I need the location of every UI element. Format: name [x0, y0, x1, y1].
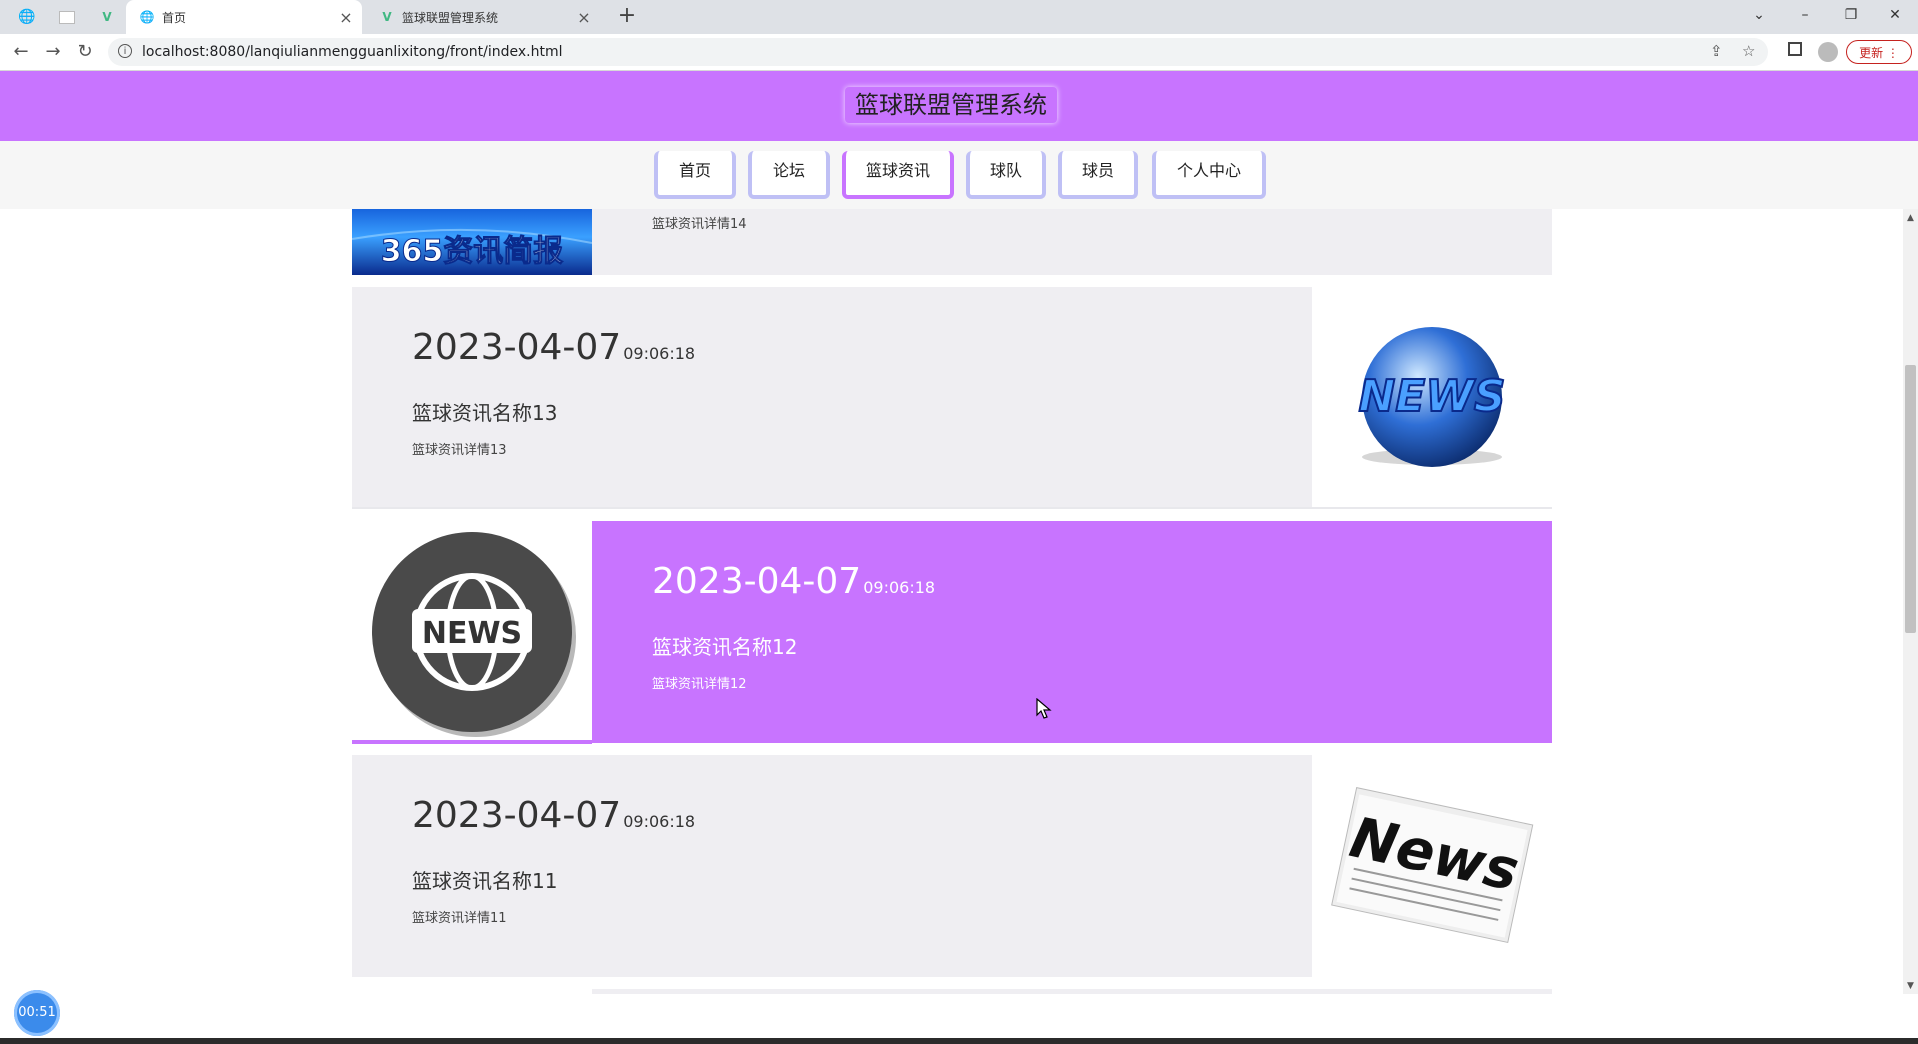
globe-icon: 🌐 [139, 10, 155, 24]
news-title: 篮球资讯名称13 [412, 401, 558, 425]
news-card[interactable]: 2023-04-07 09:06:18 篮球资讯名称11 篮球资讯详情11 New… [352, 755, 1552, 977]
news-text: 2023-04-07 09:06:18 篮球资讯名称11 篮球资讯详情11 [352, 755, 1312, 977]
globe-icon: 🌐 [18, 9, 36, 25]
news-date-value: 2023-04-07 [412, 327, 622, 368]
scroll-up-arrow-icon[interactable]: ▲ [1905, 212, 1916, 224]
nav-personal-center[interactable]: 个人中心 [1152, 151, 1266, 199]
news-list: 365资讯简报 篮球资讯详情14 2023-04-07 09:06:18 篮球资讯… [0, 209, 1918, 994]
browser-tab[interactable]: V 篮球联盟管理系统 × [366, 0, 600, 34]
close-tab-icon[interactable]: × [336, 8, 356, 27]
browser-tab-bar: 🌐 V 🌐 首页 × V 篮球联盟管理系统 × + ⌄ – ❐ ✕ [0, 0, 1918, 34]
address-bar[interactable]: i localhost:8080/lanqiulianmengguanlixit… [108, 38, 1768, 66]
browser-toolbar: ← → ↻ i localhost:8080/lanqiulianmenggua… [0, 34, 1918, 71]
news-title: 篮球资讯名称11 [412, 869, 558, 893]
tab-search-icon[interactable]: ⌄ [1736, 0, 1782, 30]
news-card[interactable]: 2023-04-07 09:06:18 篮球资讯名称13 篮球资讯详情13 NEW… [352, 287, 1552, 507]
back-icon[interactable]: ← [8, 40, 34, 64]
update-button[interactable]: 更新 ⋮ [1846, 40, 1912, 64]
share-icon[interactable]: ⇪ [1710, 42, 1723, 60]
news-text: 篮球资讯详情14 [592, 209, 1552, 275]
nav-teams[interactable]: 球队 [966, 151, 1046, 199]
vue-icon: V [382, 10, 392, 24]
browser-tab[interactable]: 🌐 [8, 0, 46, 34]
tab-title: 首页 [162, 10, 187, 25]
forward-icon[interactable]: → [40, 40, 66, 64]
recording-timer[interactable]: 00:51 [14, 990, 60, 1036]
news-time: 09:06:18 [863, 578, 936, 597]
newspaper-icon: News [1331, 787, 1534, 944]
minimize-icon[interactable]: – [1782, 0, 1828, 30]
main-nav [0, 141, 1918, 209]
nav-basketball-news[interactable]: 篮球资讯 [842, 151, 954, 199]
news-date-value: 2023-04-07 [652, 561, 862, 602]
news-time: 09:06:18 [623, 344, 696, 363]
news-brief-banner: 365资讯简报 [351, 209, 593, 275]
scroll-down-arrow-icon[interactable]: ▼ [1905, 980, 1916, 992]
news-detail: 篮球资讯详情13 [412, 443, 507, 458]
nav-forum[interactable]: 论坛 [748, 151, 830, 199]
close-window-icon[interactable]: ✕ [1872, 0, 1918, 30]
news-time: 09:06:18 [623, 812, 696, 831]
news-date-value: 2023-04-07 [412, 795, 622, 836]
news-thumbnail: 365资讯简报 [351, 209, 593, 275]
news-card-hovered[interactable]: NEWS 2023-04-07 09:06:18 篮球资讯名称12 篮球资讯详情1… [352, 521, 1552, 743]
card-accent-line [352, 740, 592, 744]
news-thumbnail: NEWS [1312, 287, 1552, 507]
restore-icon[interactable]: ❐ [1828, 0, 1874, 30]
news-detail: 篮球资讯详情14 [652, 217, 747, 232]
news-text: 2023-04-07 09:06:18 篮球资讯名称13 篮球资讯详情13 [352, 287, 1312, 507]
card-divider [352, 507, 1552, 509]
news-date: 2023-04-07 09:06:18 [652, 561, 935, 602]
news-detail: 篮球资讯详情12 [652, 677, 747, 692]
nav-players[interactable]: 球员 [1058, 151, 1138, 199]
browser-tab[interactable] [48, 0, 86, 34]
reload-icon[interactable]: ↻ [72, 40, 98, 64]
nav-home[interactable]: 首页 [654, 151, 736, 199]
news-text: 2023-04-07 09:06:18 篮球资讯名称12 篮球资讯详情12 [592, 521, 1552, 743]
bookmark-star-icon[interactable]: ☆ [1742, 42, 1755, 60]
browser-tab[interactable]: V [88, 0, 126, 34]
next-card-edge [592, 989, 1552, 994]
profile-avatar-icon[interactable] [1818, 42, 1838, 62]
world-news-icon: NEWS [372, 532, 576, 737]
blank-page-icon [59, 10, 75, 24]
globe-news-icon: NEWS [1357, 327, 1507, 467]
globe-text: NEWS [1358, 371, 1505, 422]
taskbar-edge [0, 1038, 1918, 1044]
url-text[interactable]: localhost:8080/lanqiulianmengguanlixiton… [142, 44, 563, 60]
news-thumbnail: News [1312, 755, 1552, 977]
site-info-icon[interactable]: i [118, 44, 132, 58]
browser-tab-active[interactable]: 🌐 首页 × [126, 0, 362, 34]
news-detail: 篮球资讯详情11 [412, 911, 507, 926]
mouse-cursor [1036, 698, 1052, 719]
news-date: 2023-04-07 09:06:18 [412, 327, 695, 368]
site-title: 篮球联盟管理系统 [845, 87, 1057, 123]
close-tab-icon[interactable]: × [574, 8, 594, 27]
banner-text: 365资讯简报 [381, 234, 564, 269]
news-date: 2023-04-07 09:06:18 [412, 795, 695, 836]
new-tab-button[interactable]: + [614, 4, 640, 30]
vue-icon: V [102, 10, 112, 24]
tab-title: 篮球联盟管理系统 [402, 10, 499, 25]
update-label: 更新 [1859, 46, 1884, 60]
news-thumbnail: NEWS [352, 521, 592, 743]
news-title: 篮球资讯名称12 [652, 635, 798, 659]
side-panel-icon[interactable] [1788, 42, 1802, 56]
news-card[interactable]: 365资讯简报 篮球资讯详情14 [351, 209, 1552, 275]
badge-text: NEWS [422, 616, 522, 651]
scrollbar-thumb[interactable] [1905, 365, 1916, 633]
